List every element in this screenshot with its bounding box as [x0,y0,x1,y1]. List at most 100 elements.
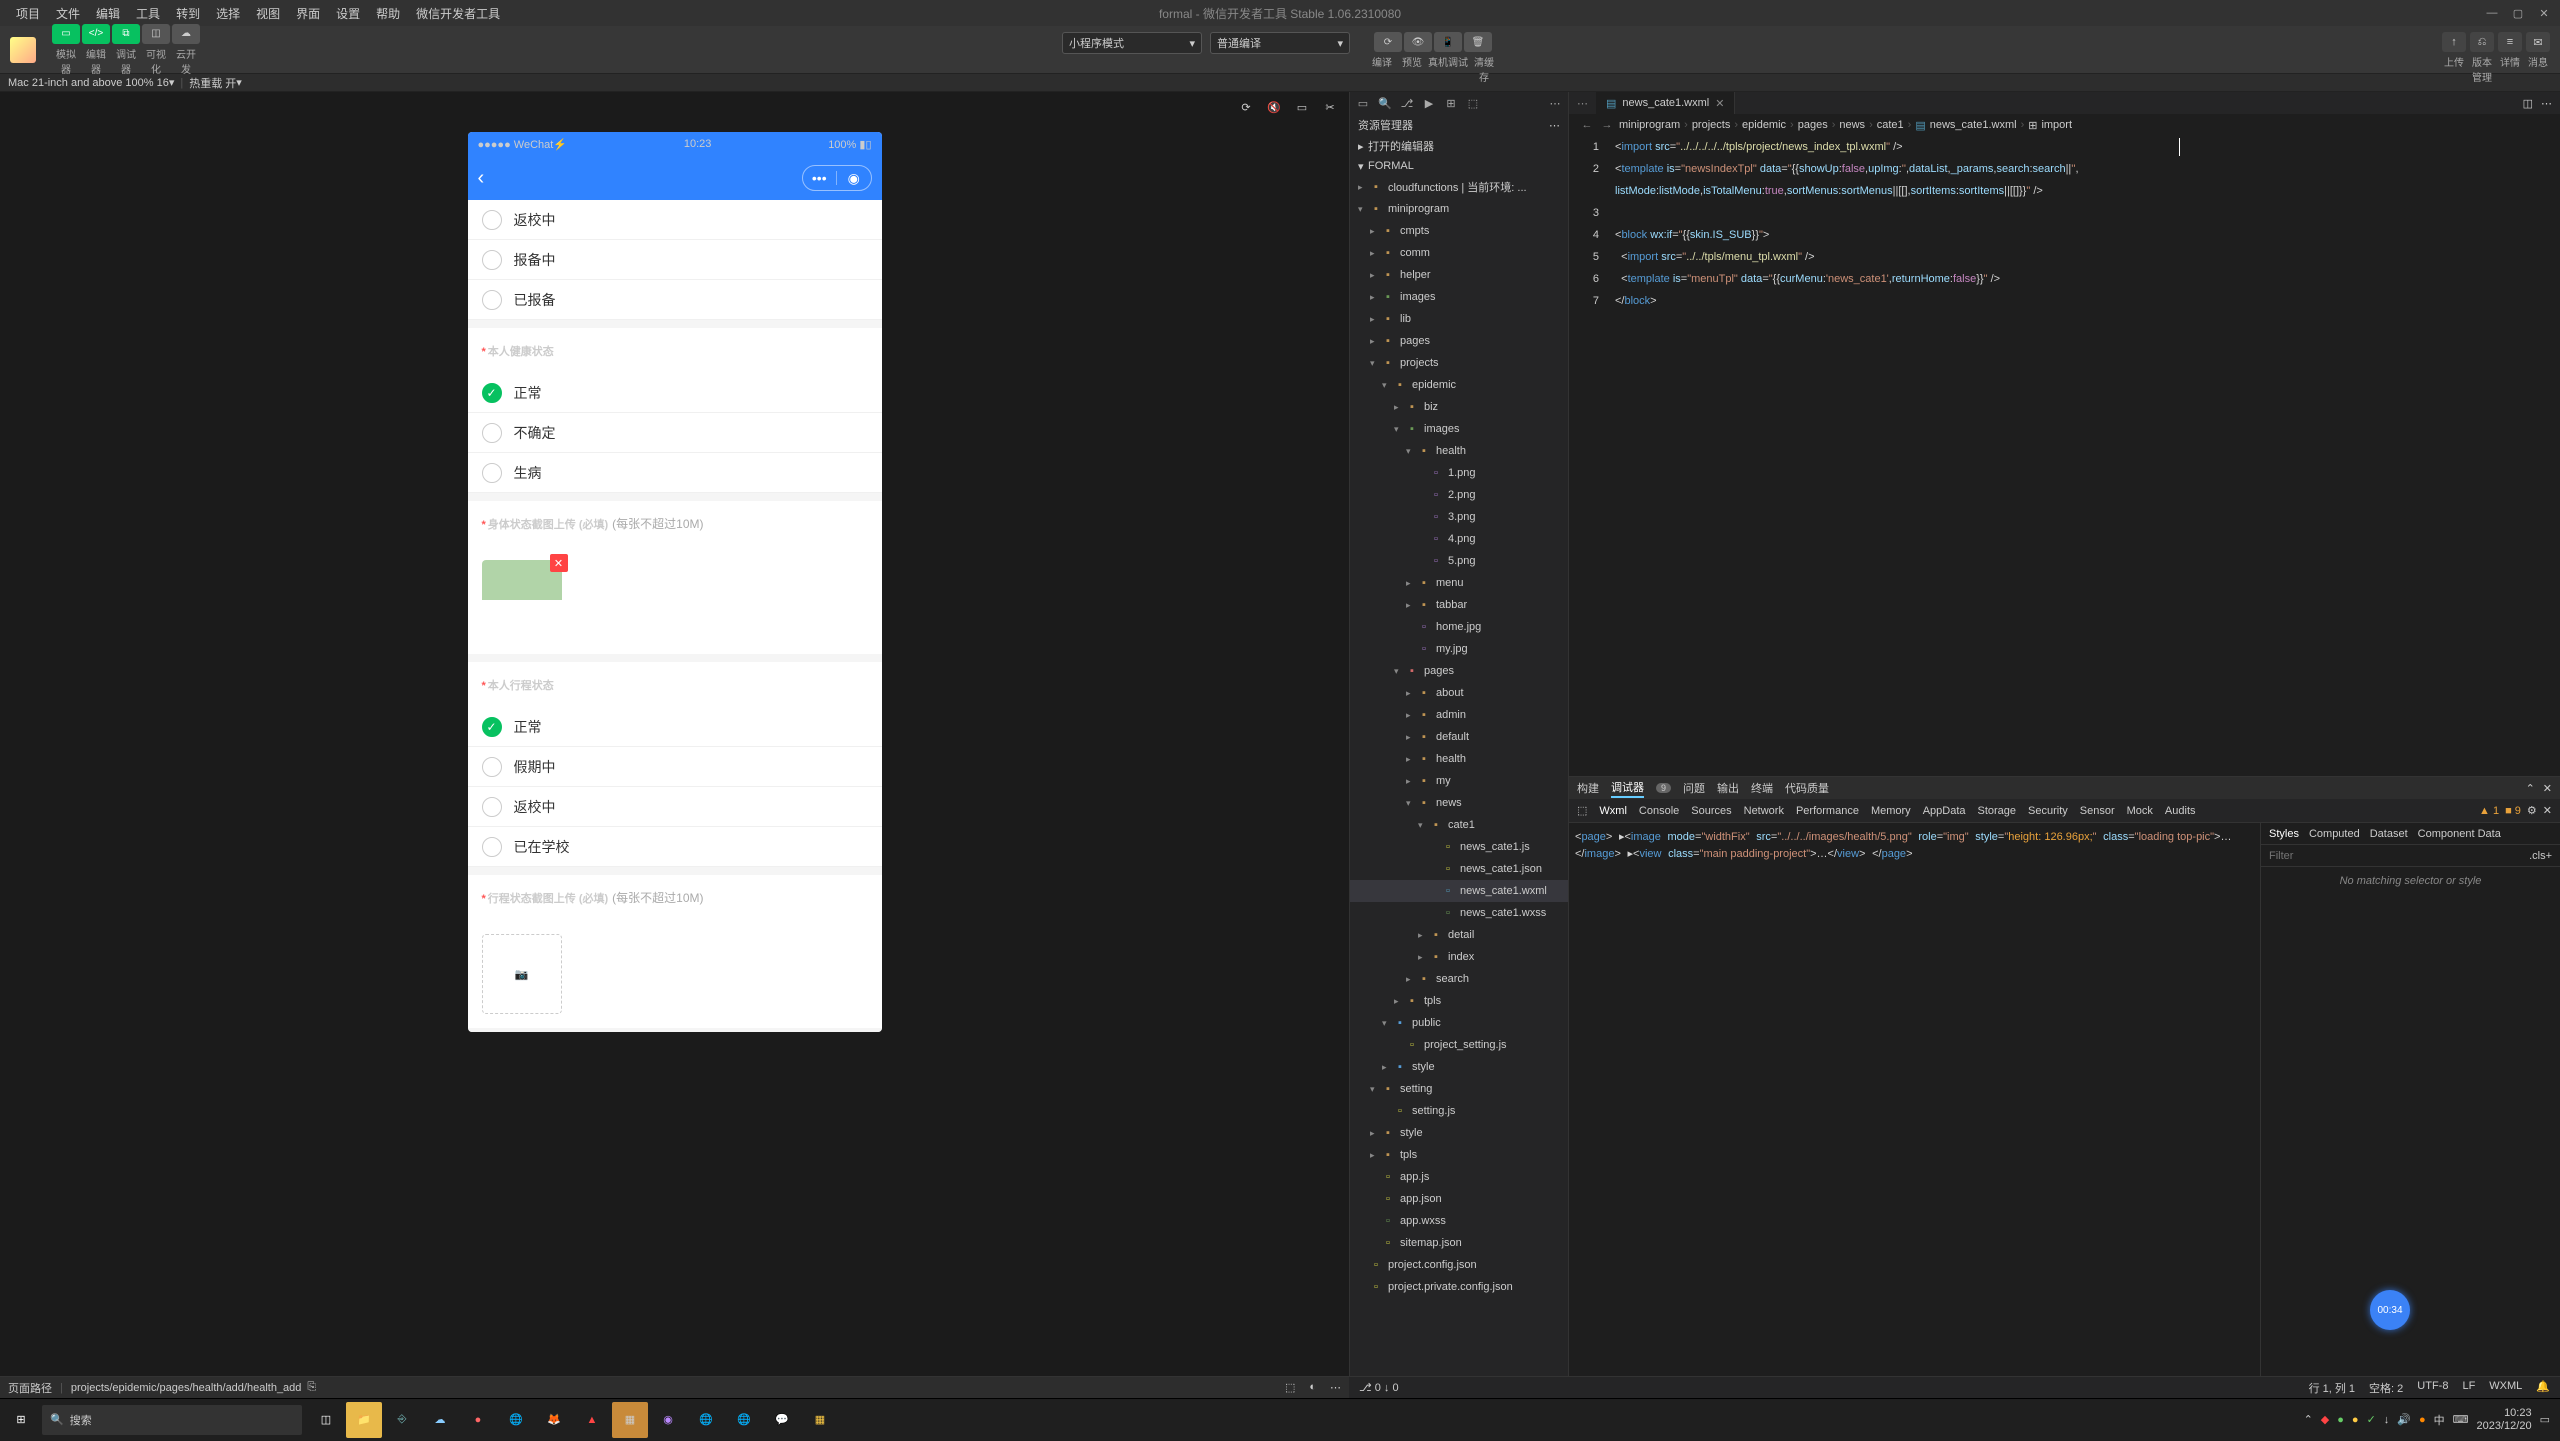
tree-node[interactable]: ▫project_setting.js [1350,1034,1568,1056]
tray-date[interactable]: 2023/12/20 [2477,1420,2532,1433]
tree-node[interactable]: ▫home.jpg [1350,616,1568,638]
dataset-tab[interactable]: Dataset [2370,828,2408,840]
tray-time[interactable]: 10:23 [2477,1407,2532,1420]
dt-tab-build[interactable]: 构建 [1577,780,1599,796]
tree-node[interactable]: ▫project.private.config.json [1350,1276,1568,1298]
sim-icon2[interactable]: ◐ [1309,1381,1316,1394]
crumb[interactable]: pages [1798,119,1828,131]
code-body[interactable]: <import src="../../../../../tpls/project… [1609,136,2560,776]
minimize-button[interactable]: — [2482,5,2502,21]
bell-icon[interactable]: 🔔 [2536,1380,2550,1396]
nav-fwd-icon[interactable]: → [1599,119,1615,131]
dt2-wxml[interactable]: Wxml [1599,805,1627,817]
language[interactable]: WXML [2489,1380,2522,1396]
radio-row[interactable]: 生病 [468,453,882,493]
tree-node[interactable]: ▸▪helper [1350,264,1568,286]
code-editor[interactable]: 12 34567 <import src="../../../../../tpl… [1569,136,2560,776]
back-icon[interactable]: ‹ [478,167,485,190]
tree-node[interactable]: ▸▪style [1350,1056,1568,1078]
radio-row[interactable]: 返校中 [468,200,882,240]
dt-tab-terminal[interactable]: 终端 [1751,780,1773,796]
radio-row[interactable]: 不确定 [468,413,882,453]
preview-button[interactable]: 👁 [1404,32,1432,52]
dt2-console[interactable]: Console [1639,805,1679,817]
dt-close-icon[interactable]: ✕ [2543,782,2552,795]
tray-icon[interactable]: ✓ [2367,1413,2376,1426]
version-button[interactable]: ⎌ [2470,32,2494,52]
sim-icon1[interactable]: ⬚ [1285,1381,1295,1394]
open-editors-section[interactable]: ▸打开的编辑器 [1350,136,1568,156]
menu-view[interactable]: 视图 [248,5,288,22]
debugger-toggle[interactable]: ⧉ [112,24,140,44]
tray-ime2[interactable]: ⌨ [2453,1413,2469,1426]
editor-toggle[interactable]: </> [82,24,110,44]
radio-row[interactable]: 正常 [468,707,882,747]
sim-device-icon[interactable]: ▭ [1293,98,1311,116]
debug-tab-icon[interactable]: ▶ [1420,94,1438,112]
dt-tab-problems[interactable]: 问题 [1683,780,1705,796]
explorer-more-icon[interactable]: ⋯ [1549,119,1560,132]
tree-node[interactable]: ▸▪tpls [1350,990,1568,1012]
indent[interactable]: 空格: 2 [2369,1380,2403,1396]
notification-icon[interactable]: ▭ [2540,1413,2550,1426]
menu-interface[interactable]: 界面 [288,5,328,22]
tree-node[interactable]: ▫project.config.json [1350,1254,1568,1276]
taskbar-app[interactable]: ⎆ [384,1402,420,1438]
tree-node[interactable]: ▸▪tpls [1350,1144,1568,1166]
tree-node[interactable]: ▾▪setting [1350,1078,1568,1100]
taskbar-app[interactable]: ▲ [574,1402,610,1438]
tree-node[interactable]: ▸▪health [1350,748,1568,770]
menu-goto[interactable]: 转到 [168,5,208,22]
maximize-button[interactable]: ▢ [2508,5,2528,21]
tray-chevron-icon[interactable]: ⌃ [2304,1413,2313,1426]
tree-node[interactable]: ▫app.json [1350,1188,1568,1210]
tree-node[interactable]: ▫5.png [1350,550,1568,572]
page-path[interactable]: projects/epidemic/pages/health/add/healt… [71,1382,302,1394]
tree-node[interactable]: ▫news_cate1.json [1350,858,1568,880]
taskbar-app[interactable]: 🌐 [688,1402,724,1438]
upload-button[interactable]: 📷 [482,934,562,1014]
tab-nav-back[interactable]: ⋯ [1569,97,1596,110]
taskbar-app[interactable]: 🌐 [726,1402,762,1438]
tree-node[interactable]: ▫news_cate1.wxml [1350,880,1568,902]
tree-node[interactable]: ▸▪cloudfunctions | 当前环境: ... [1350,176,1568,198]
menu-file[interactable]: 文件 [48,5,88,22]
menu-select[interactable]: 选择 [208,5,248,22]
tree-node[interactable]: ▫news_cate1.js [1350,836,1568,858]
upload-button[interactable]: ↑ [2442,32,2466,52]
copy-icon[interactable]: ⎘ [307,1381,316,1394]
dt2-storage[interactable]: Storage [1978,805,2017,817]
tree-node[interactable]: ▸▪comm [1350,242,1568,264]
radio-row[interactable]: 正常 [468,373,882,413]
tree-node[interactable]: ▫sitemap.json [1350,1232,1568,1254]
tree-node[interactable]: ▫app.js [1350,1166,1568,1188]
git-tab-icon[interactable]: ⎇ [1398,94,1416,112]
taskbar-app[interactable]: ☁ [422,1402,458,1438]
tree-node[interactable]: ▸▪biz [1350,396,1568,418]
taskbar-app[interactable]: ● [460,1402,496,1438]
menu-project[interactable]: 项目 [8,5,48,22]
remote-debug-button[interactable]: 📱 [1434,32,1462,52]
explorer-tab-icon[interactable]: ▭ [1354,94,1372,112]
cloud-toggle[interactable]: ☁ [172,24,200,44]
crumb[interactable]: cate1 [1877,119,1904,131]
radio-row[interactable]: 报备中 [468,240,882,280]
dt2-appdata[interactable]: AppData [1923,805,1966,817]
taskbar-search[interactable]: 🔍搜索 [42,1405,302,1435]
dt2-audits[interactable]: Audits [2165,805,2196,817]
styles-tab[interactable]: Styles [2269,828,2299,840]
radio-row[interactable]: 已在学校 [468,827,882,867]
tree-node[interactable]: ▸▪index [1350,946,1568,968]
crumb[interactable]: import [2041,119,2072,131]
dt-up-icon[interactable]: ⌃ [2526,782,2535,795]
taskbar-app[interactable]: ▦ [802,1402,838,1438]
crumb[interactable]: miniprogram [1619,119,1680,131]
tree-node[interactable]: ▾▪news [1350,792,1568,814]
tree-node[interactable]: ▸▪images [1350,286,1568,308]
simulator-toggle[interactable]: ▭ [52,24,80,44]
split-editor-icon[interactable]: ◫ [2523,97,2533,110]
delete-image-icon[interactable]: ✕ [550,554,568,572]
tray-icon[interactable]: ● [2419,1414,2426,1426]
start-button[interactable]: ⊞ [0,1399,42,1441]
taskbar-app[interactable]: 💬 [764,1402,800,1438]
